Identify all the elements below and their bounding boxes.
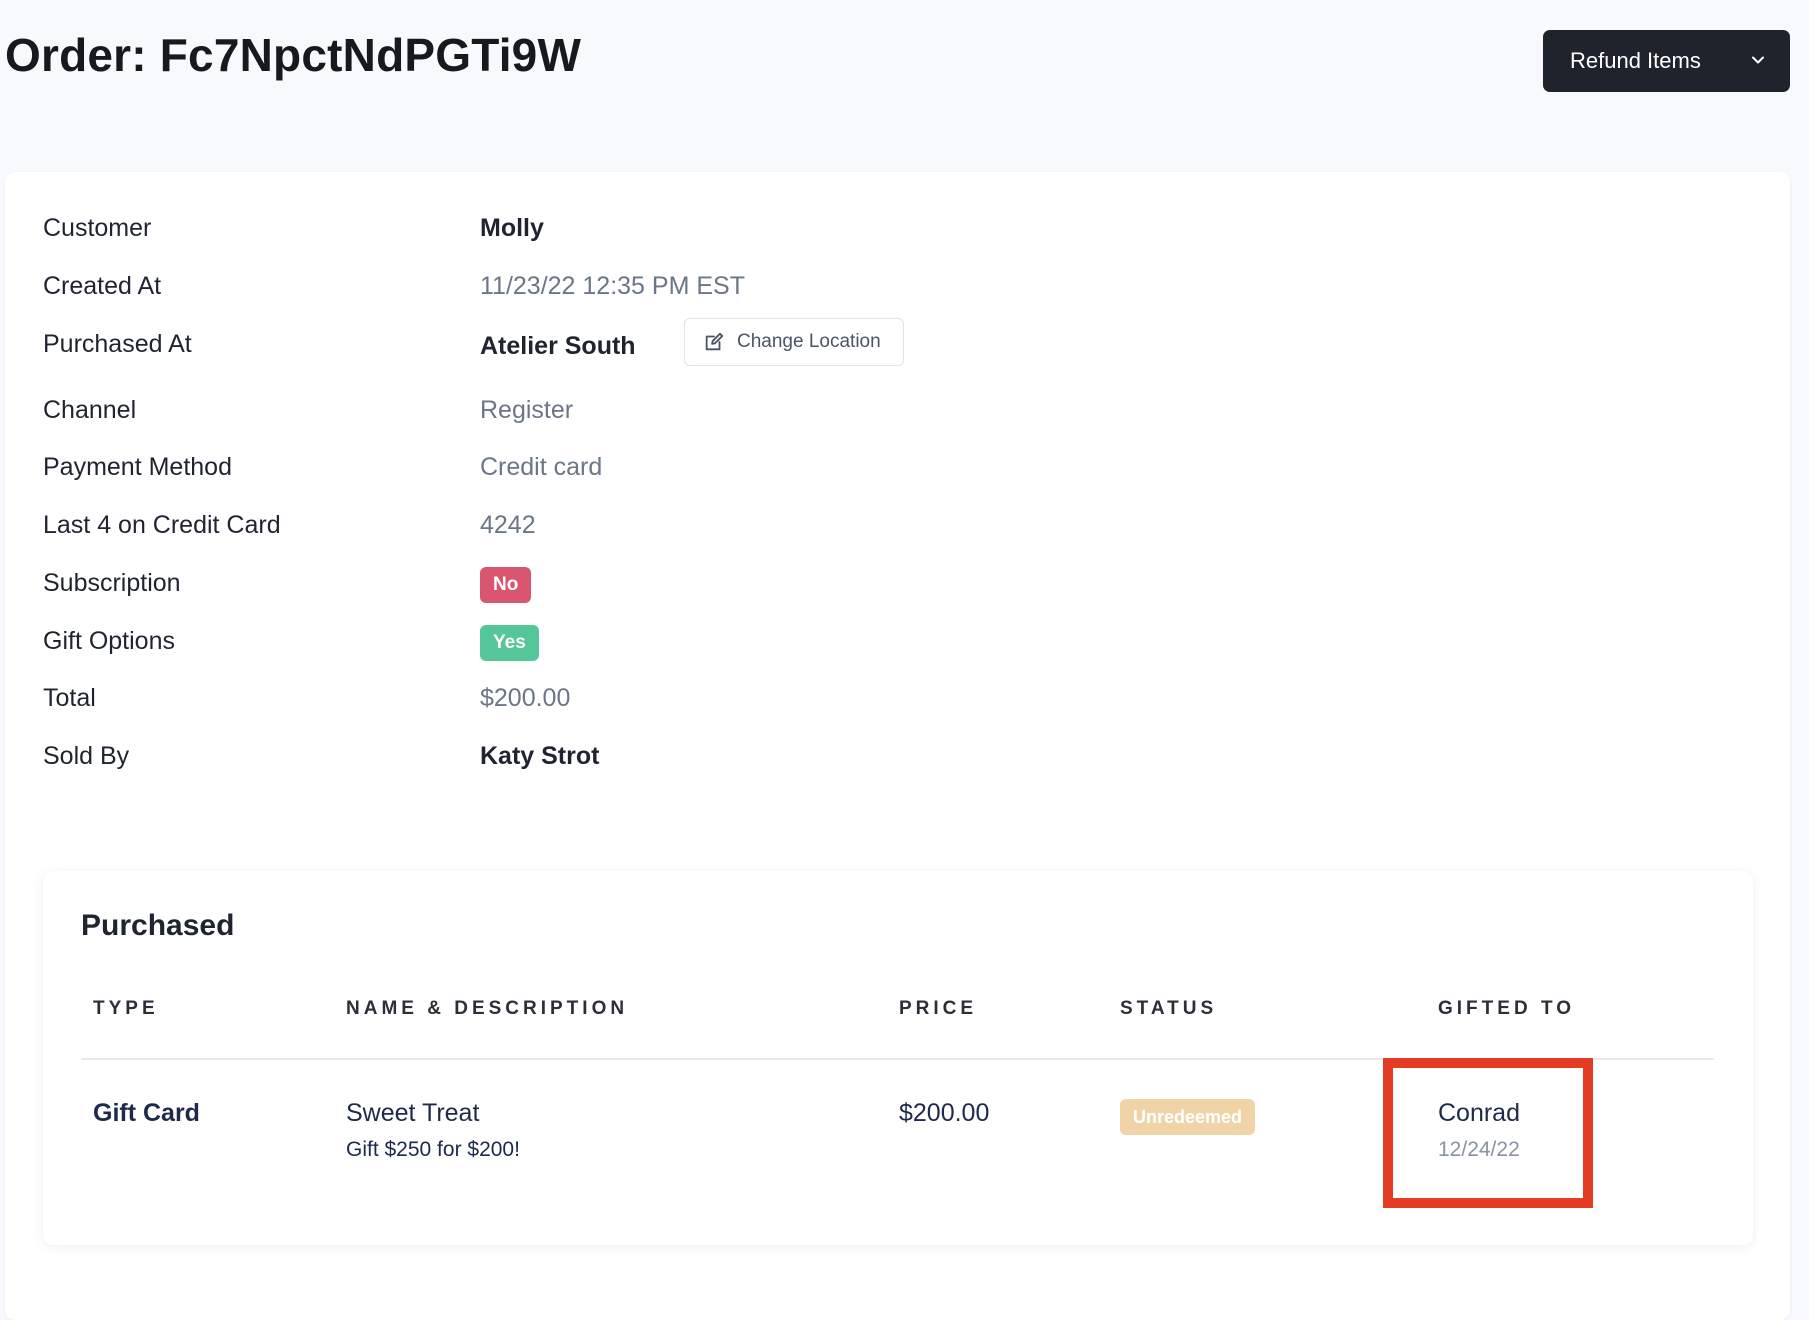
item-description: Gift $250 for $200! <box>346 1138 520 1161</box>
payment-method-label: Payment Method <box>43 453 232 481</box>
highlight-box <box>1383 1058 1593 1208</box>
total-value: $200.00 <box>480 684 571 712</box>
item-name: Sweet Treat <box>346 1099 480 1127</box>
column-header-name: NAME & DESCRIPTION <box>346 998 629 1019</box>
detail-row-gift-options: Gift Options Yes <box>43 625 1243 663</box>
page-header: Order: Fc7NpctNdPGTi9W Refund Items <box>0 0 1809 150</box>
detail-row-customer: Customer Molly <box>43 214 1243 250</box>
chevron-down-icon <box>1752 56 1764 64</box>
last4-label: Last 4 on Credit Card <box>43 511 281 539</box>
item-price: $200.00 <box>899 1099 990 1127</box>
customer-value: Molly <box>480 214 544 242</box>
column-header-status: STATUS <box>1120 998 1218 1019</box>
column-header-gifted-to: GIFTED TO <box>1438 998 1575 1019</box>
column-header-type: TYPE <box>93 998 159 1019</box>
order-page: Order: Fc7NpctNdPGTi9W Refund Items Cust… <box>0 0 1809 1320</box>
subscription-badge: No <box>480 567 532 603</box>
detail-row-total: Total $200.00 <box>43 684 1243 720</box>
purchased-at-value: Atelier South <box>480 332 636 360</box>
gift-options-badge: Yes <box>480 625 539 661</box>
sold-by-label: Sold By <box>43 742 130 770</box>
edit-icon <box>705 332 724 351</box>
detail-row-channel: Channel Register <box>43 396 1243 432</box>
purchased-at-label: Purchased At <box>43 330 192 358</box>
item-type-link[interactable]: Gift Card <box>93 1099 200 1128</box>
refund-items-label: Refund Items <box>1570 48 1701 73</box>
created-at-label: Created At <box>43 272 162 300</box>
channel-value: Register <box>480 396 574 424</box>
total-label: Total <box>43 684 96 712</box>
gift-options-label: Gift Options <box>43 627 175 655</box>
detail-row-sold-by: Sold By Katy Strot <box>43 742 1243 778</box>
change-location-label: Change Location <box>737 331 881 352</box>
sold-by-value: Katy Strot <box>480 742 600 770</box>
detail-row-purchased-at: Purchased At Atelier South Change Locati… <box>43 318 1243 366</box>
column-header-price: PRICE <box>899 998 978 1019</box>
detail-row-payment-method: Payment Method Credit card <box>43 453 1243 489</box>
detail-row-last4: Last 4 on Credit Card 4242 <box>43 511 1243 547</box>
customer-label: Customer <box>43 214 152 242</box>
purchased-title: Purchased <box>81 909 235 942</box>
payment-method-value: Credit card <box>480 453 603 481</box>
detail-row-created-at: Created At 11/23/22 12:35 PM EST <box>43 272 1243 308</box>
created-at-value: 11/23/22 12:35 PM EST <box>480 272 745 300</box>
last4-value: 4242 <box>480 511 536 539</box>
subscription-label: Subscription <box>43 569 181 597</box>
page-title: Order: Fc7NpctNdPGTi9W <box>5 29 582 81</box>
detail-row-subscription: Subscription No <box>43 567 1243 605</box>
status-badge: Unredeemed <box>1120 1099 1256 1135</box>
refund-items-button[interactable]: Refund Items <box>1543 30 1790 92</box>
channel-label: Channel <box>43 396 137 424</box>
change-location-button[interactable]: Change Location <box>684 318 904 366</box>
